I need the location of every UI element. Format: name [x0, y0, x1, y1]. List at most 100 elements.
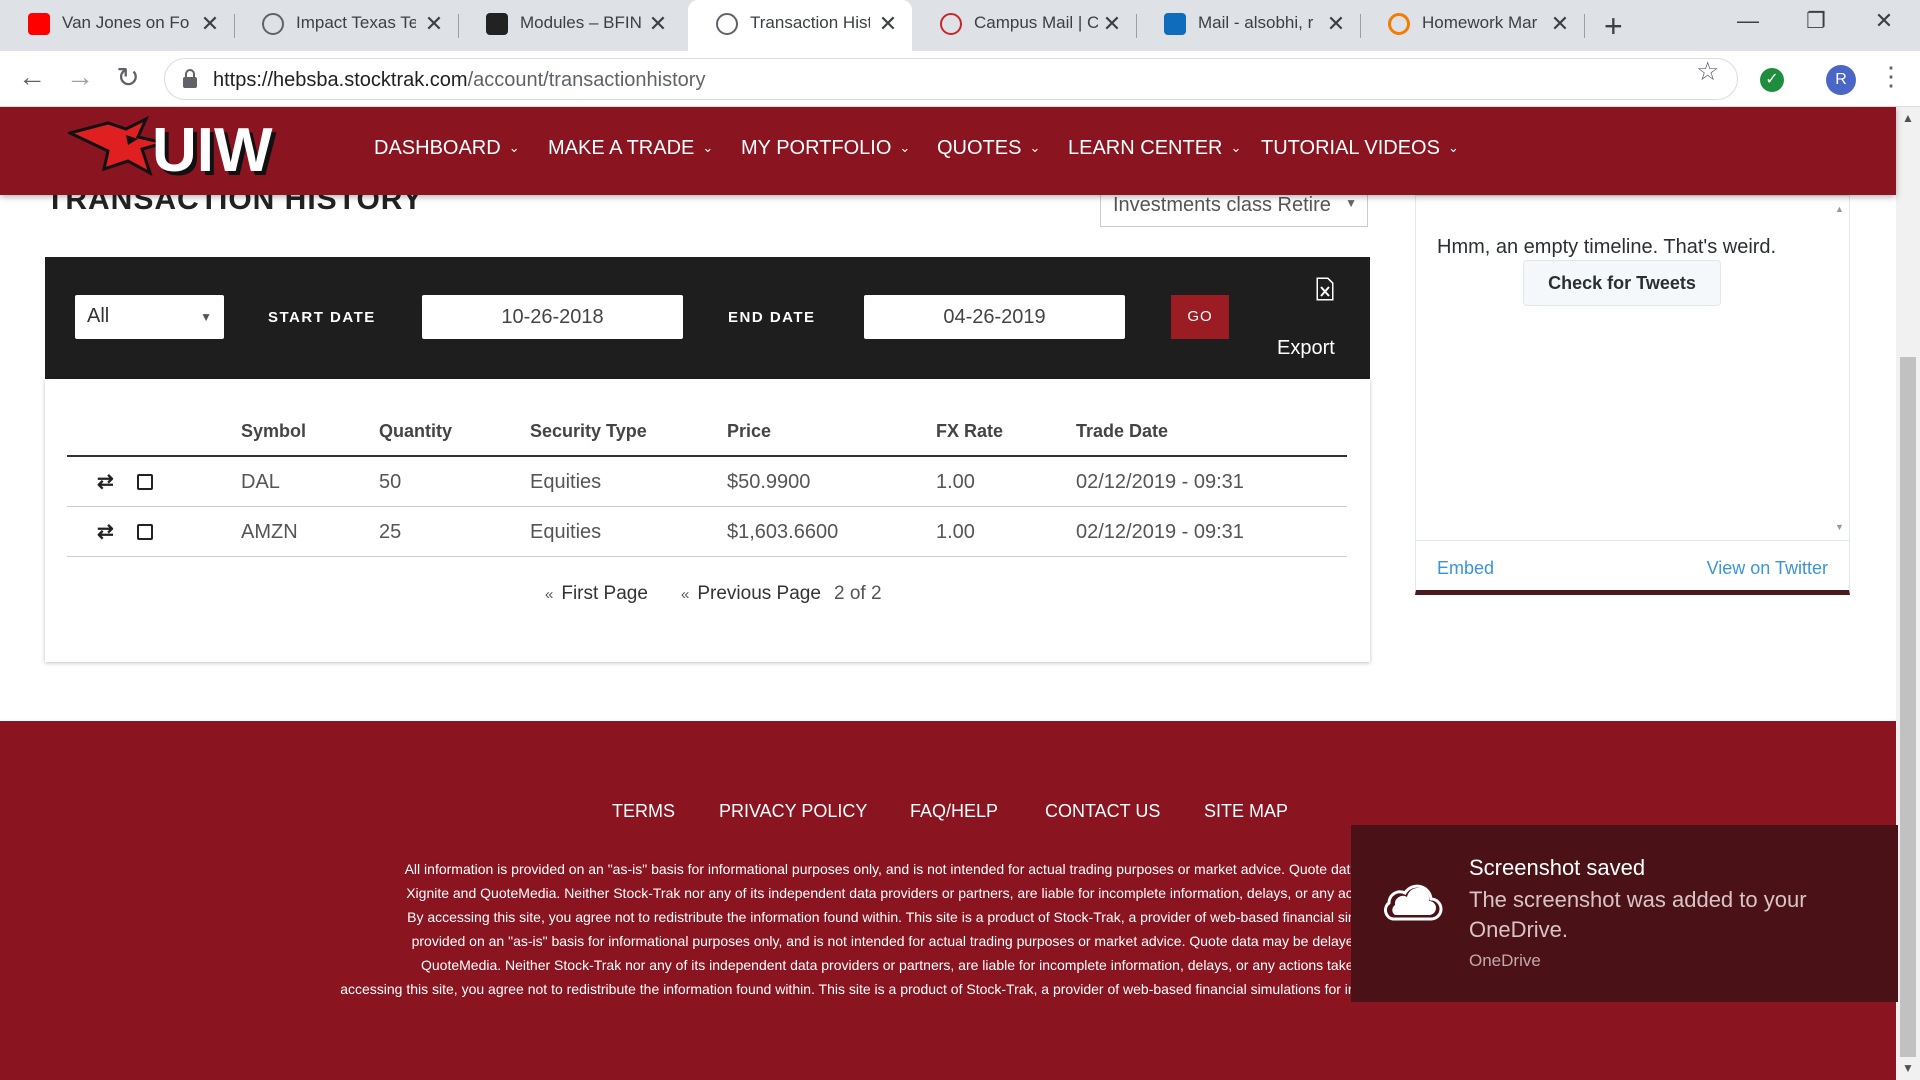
lock-icon: [183, 69, 197, 88]
check-for-tweets-button[interactable]: Check for Tweets: [1523, 260, 1721, 306]
nav-quotes[interactable]: QUOTES ⌄: [937, 137, 1040, 160]
trade-arrows-icon[interactable]: ⇄: [97, 519, 114, 544]
bookmark-star-icon[interactable]: ☆: [1696, 56, 1719, 87]
url-text: https://hebsba.stocktrak.com/account/tra…: [213, 69, 705, 92]
column-header-security-type[interactable]: Security Type: [530, 421, 647, 442]
transaction-type-select[interactable]: All ▼: [75, 295, 224, 339]
tab-title: Van Jones on Fo: [62, 13, 190, 32]
go-button[interactable]: GO: [1171, 295, 1229, 339]
portfolio-select-value: Investments class Retire: [1113, 194, 1331, 216]
close-icon[interactable]: ✕: [1324, 11, 1348, 37]
address-bar[interactable]: https://hebsba.stocktrak.com/account/tra…: [164, 58, 1738, 100]
twitter-scrollbar[interactable]: ▲ ▼: [1835, 204, 1845, 534]
close-icon[interactable]: ✕: [646, 11, 670, 37]
browser-toolbar: ← → ↻ https://hebsba.stocktrak.com/accou…: [0, 51, 1920, 107]
scrollbar-thumb[interactable]: [1900, 357, 1916, 1057]
column-header-fx-rate[interactable]: FX Rate: [936, 421, 1003, 442]
nav-dashboard[interactable]: DASHBOARD ⌄: [374, 137, 520, 160]
tab-youtube[interactable]: Van Jones on Fo ✕: [0, 0, 234, 51]
view-on-twitter-link[interactable]: View on Twitter: [1707, 558, 1828, 579]
scroll-down-icon[interactable]: ▼: [1902, 1061, 1914, 1075]
scroll-up-icon[interactable]: ▲: [1902, 111, 1914, 125]
page-status: 2 of 2: [834, 583, 882, 604]
new-tab-button[interactable]: +: [1604, 8, 1623, 45]
footer-link-faq-help[interactable]: FAQ/HELP: [910, 801, 998, 822]
cell-trade-date: 02/12/2019 - 09:31: [1076, 521, 1244, 543]
row-divider: [67, 556, 1347, 557]
close-icon[interactable]: ✕: [1100, 11, 1124, 37]
filter-bar: All ▼ START DATE 10-26-2018 END DATE 04-…: [45, 257, 1370, 379]
column-header-price[interactable]: Price: [727, 421, 771, 442]
trade-arrows-icon[interactable]: ⇄: [97, 469, 114, 494]
note-icon[interactable]: [137, 524, 153, 540]
globe-icon: [262, 13, 284, 35]
note-icon[interactable]: [137, 474, 153, 490]
tab-title: Impact Texas Te: [296, 13, 416, 32]
youtube-icon: [28, 13, 50, 35]
chevron-down-icon: ⌄: [508, 140, 520, 155]
homework-icon: [1388, 13, 1410, 35]
url-host: https://hebsba.stocktrak.com: [213, 69, 468, 91]
tab-title: Campus Mail | C: [974, 13, 1098, 32]
tab-campus-mail[interactable]: Campus Mail | C ✕: [912, 0, 1136, 51]
uiw-cardinal-logo[interactable]: UIW UIW: [68, 115, 313, 185]
column-header-trade-date[interactable]: Trade Date: [1076, 421, 1168, 442]
close-icon[interactable]: ✕: [876, 11, 900, 37]
twitter-timeline-widget: ▲ ▼ Hmm, an empty timeline. That's weird…: [1415, 195, 1850, 595]
profile-avatar[interactable]: R: [1826, 65, 1856, 95]
close-icon[interactable]: ✕: [198, 11, 222, 37]
column-header-quantity[interactable]: Quantity: [379, 421, 452, 442]
tab-homework[interactable]: Homework Mar ✕: [1360, 0, 1584, 51]
footer-link-privacy-policy[interactable]: PRIVACY POLICY: [719, 801, 867, 822]
first-page-link[interactable]: « First Page: [545, 583, 648, 605]
cell-quantity: 25: [379, 521, 402, 543]
nav-make-a-trade[interactable]: MAKE A TRADE ⌄: [548, 137, 713, 160]
scroll-down-icon[interactable]: ▼: [1835, 522, 1844, 532]
start-date-input[interactable]: 10-26-2018: [422, 295, 683, 339]
nav-my-portfolio[interactable]: MY PORTFOLIO ⌄: [741, 137, 910, 160]
export-link[interactable]: Export: [1277, 337, 1335, 360]
cell-price: $1,603.6600: [727, 521, 839, 543]
browser-menu-icon[interactable]: ⋮: [1878, 61, 1904, 92]
embed-link[interactable]: Embed: [1437, 558, 1494, 579]
close-icon[interactable]: ✕: [422, 11, 446, 37]
back-button[interactable]: ←: [14, 61, 50, 93]
tab-outlook-mail[interactable]: Mail - alsobhi, r ✕: [1136, 0, 1360, 51]
tab-title: Homework Mar: [1422, 13, 1538, 32]
onedrive-notification-toast[interactable]: Screenshot saved The screenshot was adde…: [1351, 825, 1898, 1002]
scroll-up-icon[interactable]: ▲: [1835, 204, 1844, 214]
chevron-down-icon: ⌄: [1230, 140, 1242, 155]
page-scrollbar[interactable]: ▲ ▼: [1896, 107, 1920, 1080]
url-path: /account/transactionhistory: [467, 69, 706, 91]
restore-button[interactable]: ❐: [1796, 8, 1836, 34]
footer-link-site-map[interactable]: SITE MAP: [1204, 801, 1288, 822]
tab-title: Modules – BFIN: [520, 13, 642, 32]
reload-button[interactable]: ↻: [110, 61, 146, 94]
cell-fx-rate: 1.00: [936, 521, 975, 543]
nav-learn-center[interactable]: LEARN CENTER ⌄: [1068, 137, 1241, 160]
tab-transaction-history[interactable]: Transaction Hist ✕: [688, 0, 912, 51]
twitter-timeline-scroll[interactable]: ▲ ▼ Hmm, an empty timeline. That's weird…: [1416, 200, 1849, 540]
previous-page-label: Previous Page: [697, 583, 821, 604]
previous-page-link[interactable]: « Previous Page: [681, 583, 821, 605]
nav-label: MAKE A TRADE: [548, 137, 695, 159]
tab-impact-texas[interactable]: Impact Texas Te ✕: [234, 0, 458, 51]
footer-link-contact-us[interactable]: CONTACT US: [1045, 801, 1160, 822]
footer-link-terms[interactable]: TERMS: [612, 801, 675, 822]
toast-title: Screenshot saved: [1469, 855, 1646, 880]
table-header-divider: [67, 455, 1347, 457]
extension-check-icon[interactable]: ✓: [1760, 68, 1784, 92]
forward-button[interactable]: →: [62, 61, 98, 93]
excel-export-icon[interactable]: [1315, 277, 1335, 301]
column-header-symbol[interactable]: Symbol: [241, 421, 306, 442]
nav-tutorial-videos[interactable]: TUTORIAL VIDEOS ⌄: [1261, 137, 1459, 160]
logo-wordmark: UIW: [152, 116, 273, 185]
close-icon[interactable]: ✕: [1548, 11, 1572, 37]
close-window-button[interactable]: ✕: [1864, 8, 1904, 34]
end-date-input[interactable]: 04-26-2019: [864, 295, 1125, 339]
tab-modules[interactable]: Modules – BFIN ✕: [458, 0, 682, 51]
browser-tab-strip: Van Jones on Fo ✕ Impact Texas Te ✕ Modu…: [0, 0, 1920, 51]
chevron-down-icon: ⌄: [899, 140, 911, 155]
minimize-button[interactable]: —: [1728, 8, 1768, 34]
onedrive-cloud-icon: [1384, 884, 1443, 921]
